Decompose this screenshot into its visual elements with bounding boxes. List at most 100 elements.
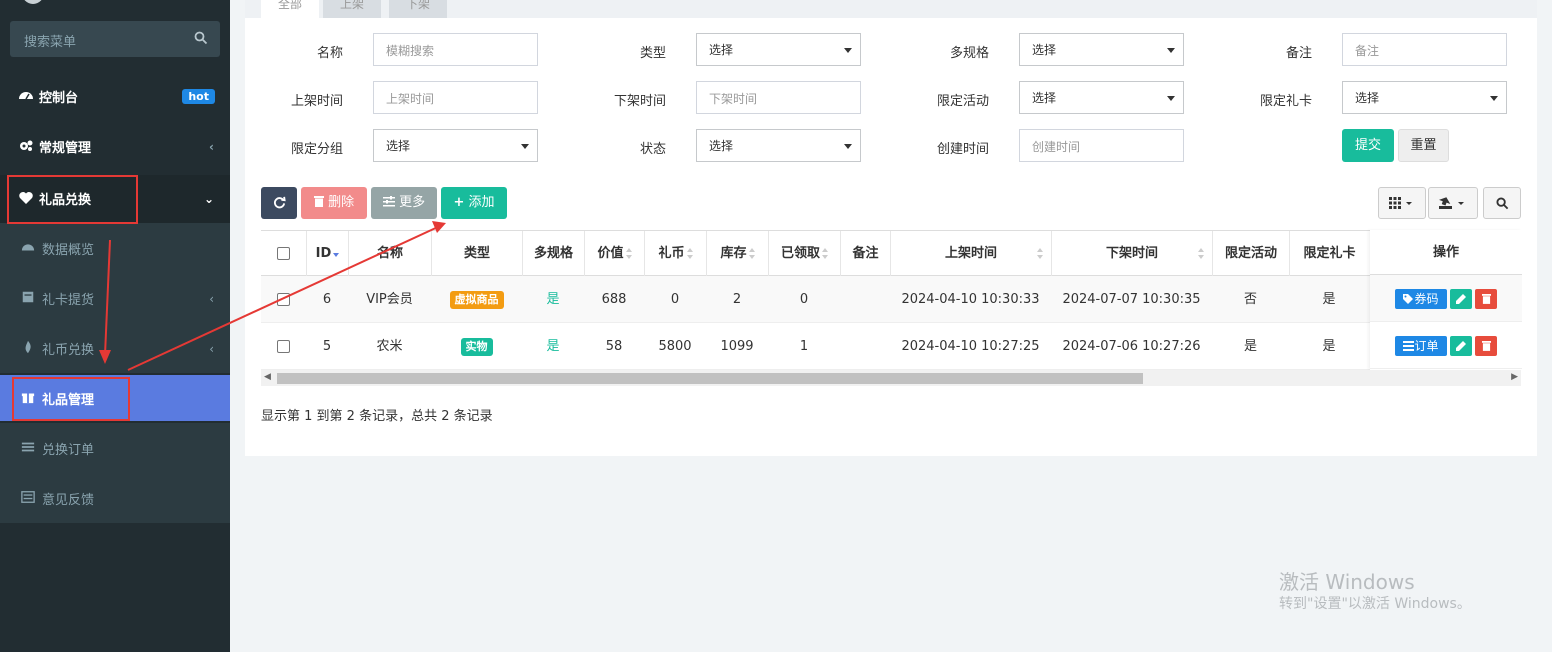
header-value[interactable]: 价值 [584, 231, 644, 276]
sort-icon [1198, 248, 1204, 260]
multispec-link[interactable]: 是 [546, 339, 559, 354]
header-stock[interactable]: 库存 [706, 231, 768, 276]
limited-card-select[interactable]: 选择 [1342, 81, 1507, 114]
remark-input[interactable]: 备注 [1342, 33, 1507, 66]
create-time-input[interactable]: 创建时间 [1019, 129, 1184, 162]
sidebar-item-dashboard[interactable]: 控制台 hot [0, 71, 230, 121]
row-checkbox[interactable] [277, 340, 290, 353]
sidebar-subitem-feedback[interactable]: 意见反馈 [0, 473, 230, 523]
search-icon[interactable] [194, 31, 208, 45]
orders-label: 订单 [1414, 339, 1439, 353]
header-received[interactable]: 已领取 [768, 231, 840, 276]
sort-icon [686, 247, 693, 260]
header-id[interactable]: ID [306, 231, 348, 276]
refresh-button[interactable] [261, 187, 297, 219]
export-button[interactable] [1428, 187, 1478, 219]
more-button[interactable]: 更多 [371, 187, 437, 219]
tab-all[interactable]: 全部 [261, 0, 319, 18]
cell-on-time: 2024-04-10 10:27:25 [901, 339, 1040, 354]
off-time-input[interactable]: 下架时间 [696, 81, 861, 114]
cell-received: 0 [799, 292, 809, 307]
row-select-cell[interactable] [261, 276, 306, 323]
scroll-right-icon[interactable]: ▶ [1511, 372, 1518, 382]
status-select[interactable]: 选择 [696, 129, 861, 162]
cell-remark [840, 276, 890, 323]
caret-down-icon [1490, 96, 1498, 101]
hot-badge: hot [182, 89, 215, 104]
add-button[interactable]: + 添加 [441, 187, 507, 219]
header-remark: 备注 [840, 231, 890, 276]
caret-down-icon [1167, 48, 1175, 53]
logo [22, 0, 44, 4]
cell-coin: 5800 [658, 339, 692, 354]
delete-row-button[interactable] [1475, 289, 1497, 309]
header-limited-card: 限定礼卡 [1289, 231, 1369, 276]
name-search-input[interactable]: 模糊搜索 [373, 33, 538, 66]
sidebar-subitem-coin-exchange[interactable]: 礼币兑换 ‹ [0, 323, 230, 373]
sidebar-subitem-overview[interactable]: 数据概览 [0, 223, 230, 273]
edit-button[interactable] [1450, 289, 1472, 309]
grid-icon [1389, 197, 1412, 209]
header-label: 价值 [597, 246, 624, 261]
header-select-all[interactable] [261, 231, 306, 276]
select-value: 选择 [709, 43, 734, 57]
voucher-code-button[interactable]: 券码 [1395, 289, 1447, 309]
caret-down-icon [844, 144, 852, 149]
header-coin[interactable]: 礼币 [644, 231, 706, 276]
cell-value: 688 [601, 292, 627, 307]
header-on-time[interactable]: 上架时间 [890, 231, 1051, 276]
limited-activity-select[interactable]: 选择 [1019, 81, 1184, 114]
delete-button[interactable]: 删除 [301, 187, 367, 219]
orders-button[interactable]: 订单 [1395, 336, 1447, 356]
cell-name: VIP会员 [366, 292, 413, 307]
row-select-cell[interactable] [261, 323, 306, 370]
type-select[interactable]: 选择 [696, 33, 861, 66]
header-label: 类型 [463, 246, 490, 261]
header-off-time[interactable]: 下架时间 [1051, 231, 1212, 276]
sidebar-subitem-card-pickup[interactable]: 礼卡提货 ‹ [0, 273, 230, 323]
multispec-select[interactable]: 选择 [1019, 33, 1184, 66]
tab-off-shelf[interactable]: 下架 [389, 0, 447, 18]
pencil-icon [1456, 294, 1466, 304]
sidebar-subitem-label: 礼卡提货 [42, 293, 95, 308]
tab-on-shelf[interactable]: 上架 [323, 0, 381, 18]
list-alt-icon [21, 491, 35, 503]
table-row[interactable]: 6 VIP会员 虚拟商品 是 688 0 2 0 2024-04-10 10:3… [261, 276, 1521, 323]
sidebar-subitem-orders[interactable]: 兑换订单 [0, 423, 230, 473]
row-checkbox[interactable] [277, 293, 290, 306]
header-label: 限定礼卡 [1303, 246, 1356, 261]
fire-icon [25, 340, 31, 354]
limited-group-select[interactable]: 选择 [373, 129, 538, 162]
cell-on-time: 2024-04-10 10:30:33 [901, 292, 1040, 307]
cell-multispec[interactable]: 是 [522, 323, 584, 370]
filter-label-remark: 备注 [1285, 46, 1312, 61]
menu-search-input[interactable]: 搜索菜单 [10, 21, 220, 57]
columns-toggle-button[interactable] [1378, 187, 1426, 219]
sidebar-item-general[interactable]: 常规管理 ‹ [0, 121, 230, 171]
caret-down-icon [844, 48, 852, 53]
on-time-input[interactable]: 上架时间 [373, 81, 538, 114]
trash-icon [313, 196, 324, 207]
select-value: 选择 [1032, 91, 1057, 105]
select-all-checkbox[interactable] [277, 247, 290, 260]
plus-icon: + [453, 195, 465, 210]
header-label: 库存 [720, 246, 747, 261]
cell-stock: 2 [732, 292, 742, 307]
reset-button[interactable]: 重置 [1398, 129, 1449, 162]
cell-coin: 0 [670, 292, 680, 307]
table-search-button[interactable] [1483, 187, 1521, 219]
horizontal-scrollbar[interactable]: ◀ ▶ [261, 370, 1521, 386]
sort-icon [748, 247, 755, 260]
submit-button[interactable]: 提交 [1342, 129, 1394, 162]
scroll-left-icon[interactable]: ◀ [264, 372, 271, 382]
header-limited-activity: 限定活动 [1212, 231, 1289, 276]
multispec-link[interactable]: 是 [546, 292, 559, 307]
delete-row-button[interactable] [1475, 336, 1497, 356]
delete-label: 删除 [328, 195, 355, 210]
table-header: ID 名称 类型 多规格 价值 礼币 库存 已领取 备注 上架时间 下架时间 限… [261, 231, 1521, 276]
table-row[interactable]: 5 农米 实物 是 58 5800 1099 1 2024-04-10 10:2… [261, 323, 1521, 370]
edit-button[interactable] [1450, 336, 1472, 356]
content-panel [245, 0, 1537, 456]
scrollbar-thumb[interactable] [277, 373, 1143, 384]
cell-multispec[interactable]: 是 [522, 276, 584, 323]
